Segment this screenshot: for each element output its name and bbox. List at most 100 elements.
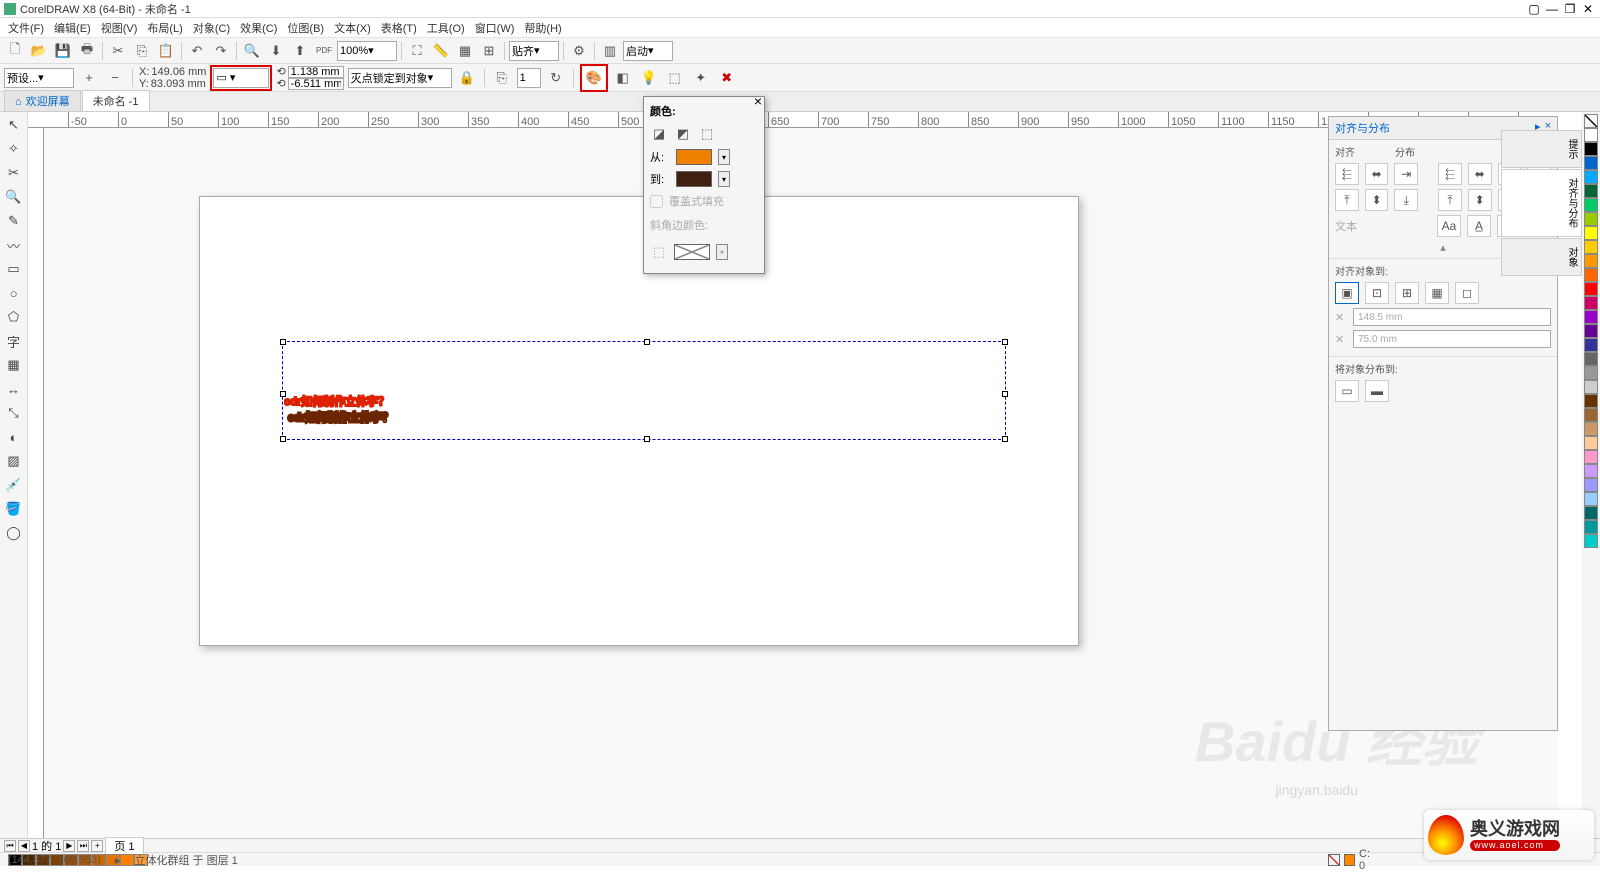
color-swatch[interactable] bbox=[1584, 394, 1598, 408]
from-color-swatch[interactable] bbox=[676, 149, 712, 165]
new-button[interactable]: 🗋 bbox=[4, 40, 26, 62]
selection-handle[interactable] bbox=[644, 339, 650, 345]
selection-handle[interactable] bbox=[280, 436, 286, 442]
help-spacer-icon[interactable]: ▢ bbox=[1526, 2, 1542, 16]
outline-none-icon[interactable] bbox=[1328, 854, 1340, 866]
remove-preset-button[interactable]: − bbox=[104, 67, 126, 89]
rulers-button[interactable]: 📏 bbox=[430, 40, 452, 62]
align-to-page-edge-button[interactable]: ⊡ bbox=[1365, 282, 1389, 304]
dist-top-button[interactable]: ⤒ bbox=[1438, 189, 1462, 211]
extrude-vp-button[interactable]: ✦ bbox=[690, 67, 712, 89]
align-to-point-button[interactable]: ◻ bbox=[1455, 282, 1479, 304]
color-swatch[interactable] bbox=[1584, 436, 1598, 450]
color-swatch[interactable] bbox=[1584, 296, 1598, 310]
sidetab-objects[interactable]: 对象 bbox=[1501, 238, 1582, 276]
color-swatch[interactable] bbox=[1584, 520, 1598, 534]
launch-combo[interactable]: 启动 ▾ bbox=[623, 41, 673, 61]
fill-tool[interactable]: 🪣 bbox=[2, 498, 26, 520]
selection-handle[interactable] bbox=[1002, 339, 1008, 345]
align-center-v-button[interactable]: ⬍ bbox=[1365, 189, 1389, 211]
color-swatch[interactable] bbox=[1584, 534, 1598, 548]
menu-layout[interactable]: 布局(L) bbox=[143, 18, 186, 38]
page-prev-button[interactable]: ◀ bbox=[18, 840, 30, 852]
menu-window[interactable]: 窗口(W) bbox=[471, 18, 519, 38]
guides-button[interactable]: ⊞ bbox=[478, 40, 500, 62]
color-swatch[interactable] bbox=[1584, 380, 1598, 394]
no-color-swatch[interactable] bbox=[1584, 114, 1598, 128]
align-y-input[interactable] bbox=[1353, 330, 1551, 348]
dimension-tool[interactable]: ↔ bbox=[2, 378, 26, 400]
tab-document[interactable]: 未命名 -1 bbox=[82, 90, 150, 111]
extrude-color-button[interactable]: 🎨 bbox=[583, 67, 605, 89]
color-swatch[interactable] bbox=[1584, 156, 1598, 170]
dist-left-button[interactable]: ⬱ bbox=[1438, 163, 1462, 185]
align-top-button[interactable]: ⤒ bbox=[1335, 189, 1359, 211]
align-to-active-button[interactable]: ▣ bbox=[1335, 282, 1359, 304]
text-first-button[interactable]: A̲ bbox=[1467, 215, 1491, 237]
depth1-input[interactable] bbox=[288, 66, 344, 78]
cut-button[interactable]: ✂ bbox=[107, 40, 129, 62]
table-tool[interactable]: ▦ bbox=[2, 354, 26, 376]
zoom-tool[interactable]: 🔍 bbox=[2, 186, 26, 208]
print-button[interactable]: 🖶 bbox=[76, 40, 98, 62]
rotation-button[interactable]: ↻ bbox=[545, 67, 567, 89]
color-swatch[interactable] bbox=[1584, 422, 1598, 436]
depth2-input[interactable] bbox=[288, 78, 344, 90]
color-swatch[interactable] bbox=[1584, 366, 1598, 380]
eyedropper-tool[interactable]: 💉 bbox=[2, 474, 26, 496]
fill-swatch-icon[interactable] bbox=[1344, 854, 1356, 866]
layout-button[interactable]: ▥ bbox=[599, 40, 621, 62]
tab-welcome[interactable]: ⌂欢迎屏幕 bbox=[4, 90, 81, 111]
color-swatch[interactable] bbox=[1584, 184, 1598, 198]
color-swatch[interactable] bbox=[1584, 338, 1598, 352]
menu-effects[interactable]: 效果(C) bbox=[236, 18, 281, 38]
color-swatch[interactable] bbox=[1584, 128, 1598, 142]
pdf-button[interactable]: PDF bbox=[313, 40, 335, 62]
to-color-dropdown[interactable]: ▾ bbox=[718, 171, 730, 187]
dist-center-h-button[interactable]: ⬌ bbox=[1468, 163, 1492, 185]
selection-handle[interactable] bbox=[1002, 436, 1008, 442]
shape-tool[interactable]: ✧ bbox=[2, 138, 26, 160]
color-swatch[interactable] bbox=[1584, 492, 1598, 506]
align-x-input[interactable] bbox=[1353, 308, 1551, 326]
export-button[interactable]: ⬆ bbox=[289, 40, 311, 62]
vanishing-point-combo[interactable]: 灭点锁定到对象 ▾ bbox=[348, 68, 452, 88]
align-right-button[interactable]: ⇥ bbox=[1394, 163, 1418, 185]
close-button[interactable]: ✕ bbox=[1580, 2, 1596, 16]
selection-handle[interactable] bbox=[280, 339, 286, 345]
preset-combo[interactable]: 预设... ▾ bbox=[4, 68, 74, 88]
color-swatch[interactable] bbox=[1584, 478, 1598, 492]
save-button[interactable]: 💾 bbox=[52, 40, 74, 62]
page-next-button[interactable]: ▶ bbox=[63, 840, 75, 852]
freehand-tool[interactable]: ✎ bbox=[2, 210, 26, 232]
extrude-lighting-button[interactable]: 💡 bbox=[638, 67, 660, 89]
clear-extrude-button[interactable]: ✖ bbox=[716, 67, 738, 89]
copies-input[interactable] bbox=[517, 68, 541, 88]
dist-to-selection-button[interactable]: ▭ bbox=[1335, 380, 1359, 402]
pick-tool[interactable]: ↖ bbox=[2, 114, 26, 136]
import-button[interactable]: ⬇ bbox=[265, 40, 287, 62]
ellipse-tool[interactable]: ○ bbox=[2, 282, 26, 304]
copy-button[interactable]: ⎘ bbox=[131, 40, 153, 62]
align-bottom-button[interactable]: ⤓ bbox=[1394, 189, 1418, 211]
color-swatch[interactable] bbox=[1584, 450, 1598, 464]
align-to-grid-button[interactable]: ▦ bbox=[1425, 282, 1449, 304]
solid-fill-button[interactable]: ◩ bbox=[674, 125, 692, 143]
crop-tool[interactable]: ✂ bbox=[2, 162, 26, 184]
use-fill-button[interactable]: ◪ bbox=[650, 125, 668, 143]
menu-file[interactable]: 文件(F) bbox=[4, 18, 48, 38]
color-swatch[interactable] bbox=[1584, 352, 1598, 366]
connector-tool[interactable]: ⤡ bbox=[2, 402, 26, 424]
redo-button[interactable]: ↷ bbox=[210, 40, 232, 62]
transparency-tool[interactable]: ▨ bbox=[2, 450, 26, 472]
menu-table[interactable]: 表格(T) bbox=[377, 18, 421, 38]
text-baseline-button[interactable]: Aa bbox=[1437, 215, 1461, 237]
page-add-button[interactable]: + bbox=[91, 840, 103, 852]
extrude-text-object[interactable]: cdr如何制作立体字？ cdr如何制作立体字？ cdr如何制作立体字？ bbox=[284, 343, 1004, 438]
page-last-button[interactable]: ⏭ bbox=[77, 840, 89, 852]
color-swatch[interactable] bbox=[1584, 170, 1598, 184]
selection-handle[interactable] bbox=[1002, 391, 1008, 397]
minimize-button[interactable]: — bbox=[1544, 2, 1560, 16]
menu-object[interactable]: 对象(C) bbox=[189, 18, 234, 38]
open-button[interactable]: 📂 bbox=[28, 40, 50, 62]
